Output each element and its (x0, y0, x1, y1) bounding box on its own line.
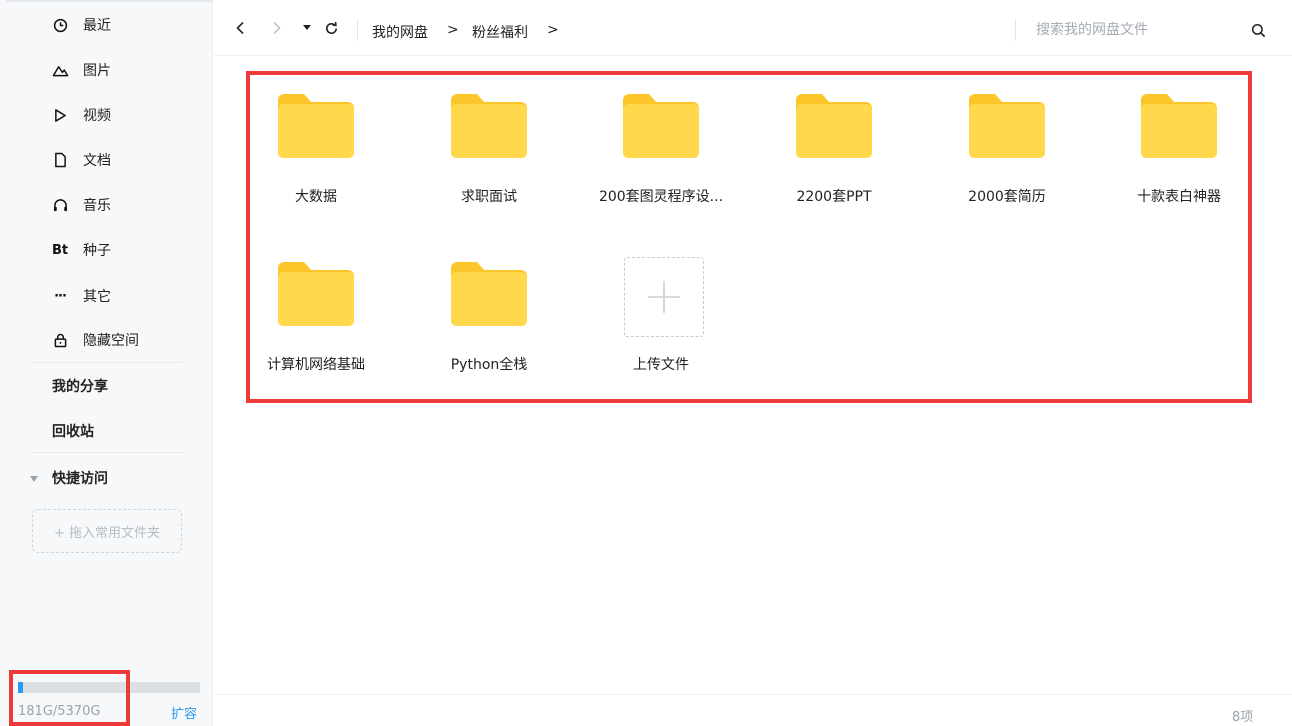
storage-highlight-box (9, 670, 130, 726)
sidebar-item-label: 视频 (83, 108, 111, 124)
back-button[interactable] (230, 18, 250, 38)
sidebar-item-label: 隐藏空间 (83, 333, 139, 349)
sidebar-item-others[interactable]: ··· 其它 (32, 281, 182, 311)
quick-access-label: 快捷访问 (52, 471, 108, 487)
sidebar: 最近 图片 视频 文档 音乐 Bt 种子 ··· 其它 隐藏空间 我的分享 回收… (0, 0, 213, 726)
search-button[interactable] (1248, 20, 1268, 40)
sidebar-item-label: 图片 (83, 63, 111, 79)
image-icon (50, 60, 70, 80)
sidebar-item-label: 最近 (83, 18, 111, 34)
more-icon: ··· (54, 288, 67, 304)
toolbar-divider (357, 19, 358, 41)
sidebar-item-music[interactable]: 音乐 (32, 190, 182, 220)
sidebar-divider (32, 452, 182, 453)
footer-divider (214, 694, 1292, 695)
sidebar-item-label: 其它 (83, 289, 111, 305)
toolbar: 我的网盘 > 粉丝福利 > (214, 0, 1292, 56)
breadcrumb-current-folder[interactable]: 粉丝福利 (472, 22, 528, 42)
search-input[interactable] (1036, 18, 1236, 42)
document-icon (50, 150, 70, 170)
chevron-right-icon (273, 22, 281, 34)
search-icon (1251, 23, 1265, 37)
caret-down-icon (303, 25, 311, 30)
sidebar-item-recent[interactable]: 最近 (32, 10, 182, 40)
play-icon (50, 105, 70, 125)
refresh-button[interactable] (321, 18, 341, 38)
caret-down-icon (30, 476, 38, 482)
sidebar-item-hidden-space[interactable]: 隐藏空间 (32, 325, 182, 355)
sidebar-item-torrents[interactable]: Bt 种子 (32, 235, 182, 265)
refresh-icon (325, 21, 337, 34)
sidebar-item-label: 音乐 (83, 198, 111, 214)
quick-access-toggle[interactable]: 快捷访问 (30, 468, 108, 488)
sidebar-item-label: 种子 (83, 243, 111, 259)
sidebar-item-videos[interactable]: 视频 (32, 100, 182, 130)
sidebar-item-documents[interactable]: 文档 (32, 145, 182, 175)
breadcrumb-my-drive[interactable]: 我的网盘 (372, 22, 428, 42)
history-dropdown-button[interactable] (297, 18, 317, 38)
search-divider (1015, 19, 1016, 41)
item-count: 8项 (1232, 710, 1254, 725)
breadcrumb-separator: > (547, 22, 559, 38)
sidebar-top-line (6, 0, 213, 2)
sidebar-divider (32, 362, 182, 363)
expand-storage-link[interactable]: 扩容 (171, 703, 197, 722)
headphones-icon (50, 195, 70, 215)
sidebar-item-images[interactable]: 图片 (32, 55, 182, 85)
favorite-folder-drop-zone[interactable]: + 拖入常用文件夹 (32, 509, 182, 553)
lock-icon (50, 330, 70, 350)
sidebar-item-recycle-bin[interactable]: 回收站 (52, 421, 94, 441)
forward-button[interactable] (267, 18, 287, 38)
sidebar-item-my-share[interactable]: 我的分享 (52, 376, 108, 396)
breadcrumb-separator: > (447, 22, 459, 38)
clock-icon (50, 15, 70, 35)
chevron-left-icon (236, 21, 244, 35)
folders-highlight-box (246, 71, 1252, 403)
bt-icon: Bt (51, 242, 69, 258)
sidebar-item-label: 文档 (83, 153, 111, 169)
